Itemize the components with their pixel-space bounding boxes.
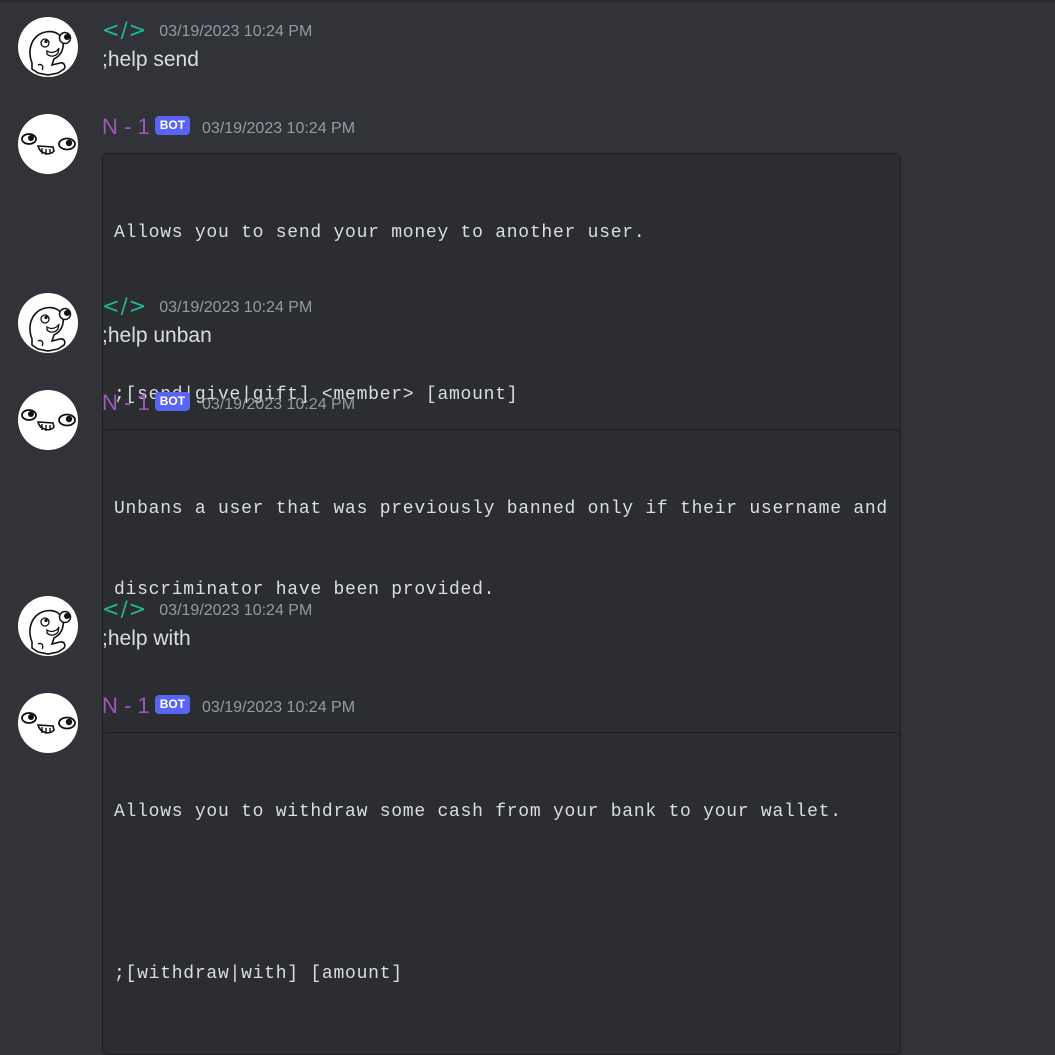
message-header: </> 03/19/2023 10:24 PM bbox=[102, 17, 312, 43]
smiling-face-icon bbox=[21, 133, 76, 155]
bot-username[interactable]: N - 1 bbox=[102, 114, 150, 140]
bot-badge: BOT bbox=[154, 694, 191, 714]
code-line: Unbans a user that was previously banned… bbox=[114, 499, 888, 519]
top-divider bbox=[0, 0, 1055, 3]
timestamp: 03/19/2023 10:24 PM bbox=[159, 23, 313, 40]
message-header: </> 03/19/2023 10:24 PM bbox=[102, 596, 312, 622]
troll-face-icon bbox=[29, 30, 72, 76]
username[interactable]: </> bbox=[102, 597, 147, 621]
timestamp: 03/19/2023 10:24 PM bbox=[202, 120, 356, 137]
username[interactable]: </> bbox=[102, 294, 147, 318]
timestamp: 03/19/2023 10:24 PM bbox=[159, 299, 313, 316]
code-line: Allows you to withdraw some cash from yo… bbox=[114, 802, 842, 822]
bot-username[interactable]: N - 1 bbox=[102, 390, 150, 416]
smiling-face-icon bbox=[21, 409, 76, 431]
user-avatar[interactable] bbox=[18, 17, 78, 77]
username[interactable]: </> bbox=[102, 18, 147, 42]
message-header: N - 1 BOT 03/19/2023 10:24 PM bbox=[102, 390, 355, 416]
smiling-face-icon bbox=[21, 712, 76, 734]
user-avatar[interactable] bbox=[18, 293, 78, 353]
troll-face-icon bbox=[29, 306, 72, 352]
bot-badge: BOT bbox=[154, 391, 191, 411]
message-content: ;help send bbox=[102, 48, 199, 71]
bot-avatar[interactable] bbox=[18, 390, 78, 450]
message-header: </> 03/19/2023 10:24 PM bbox=[102, 293, 312, 319]
bot-avatar[interactable] bbox=[18, 693, 78, 753]
timestamp: 03/19/2023 10:24 PM bbox=[159, 602, 313, 619]
code-line: ;[withdraw|with] [amount] bbox=[114, 964, 403, 984]
timestamp: 03/19/2023 10:24 PM bbox=[202, 396, 356, 413]
bot-badge: BOT bbox=[154, 115, 191, 135]
troll-face-icon bbox=[29, 609, 72, 655]
message-header: N - 1 BOT 03/19/2023 10:24 PM bbox=[102, 114, 355, 140]
code-line: Allows you to send your money to another… bbox=[114, 223, 646, 243]
message-content: ;help unban bbox=[102, 324, 212, 347]
message-content: ;help with bbox=[102, 627, 191, 650]
user-avatar[interactable] bbox=[18, 596, 78, 656]
bot-avatar[interactable] bbox=[18, 114, 78, 174]
code-block: Allows you to withdraw some cash from yo… bbox=[102, 732, 901, 1055]
timestamp: 03/19/2023 10:24 PM bbox=[202, 699, 356, 716]
message-header: N - 1 BOT 03/19/2023 10:24 PM bbox=[102, 693, 355, 719]
bot-username[interactable]: N - 1 bbox=[102, 693, 150, 719]
